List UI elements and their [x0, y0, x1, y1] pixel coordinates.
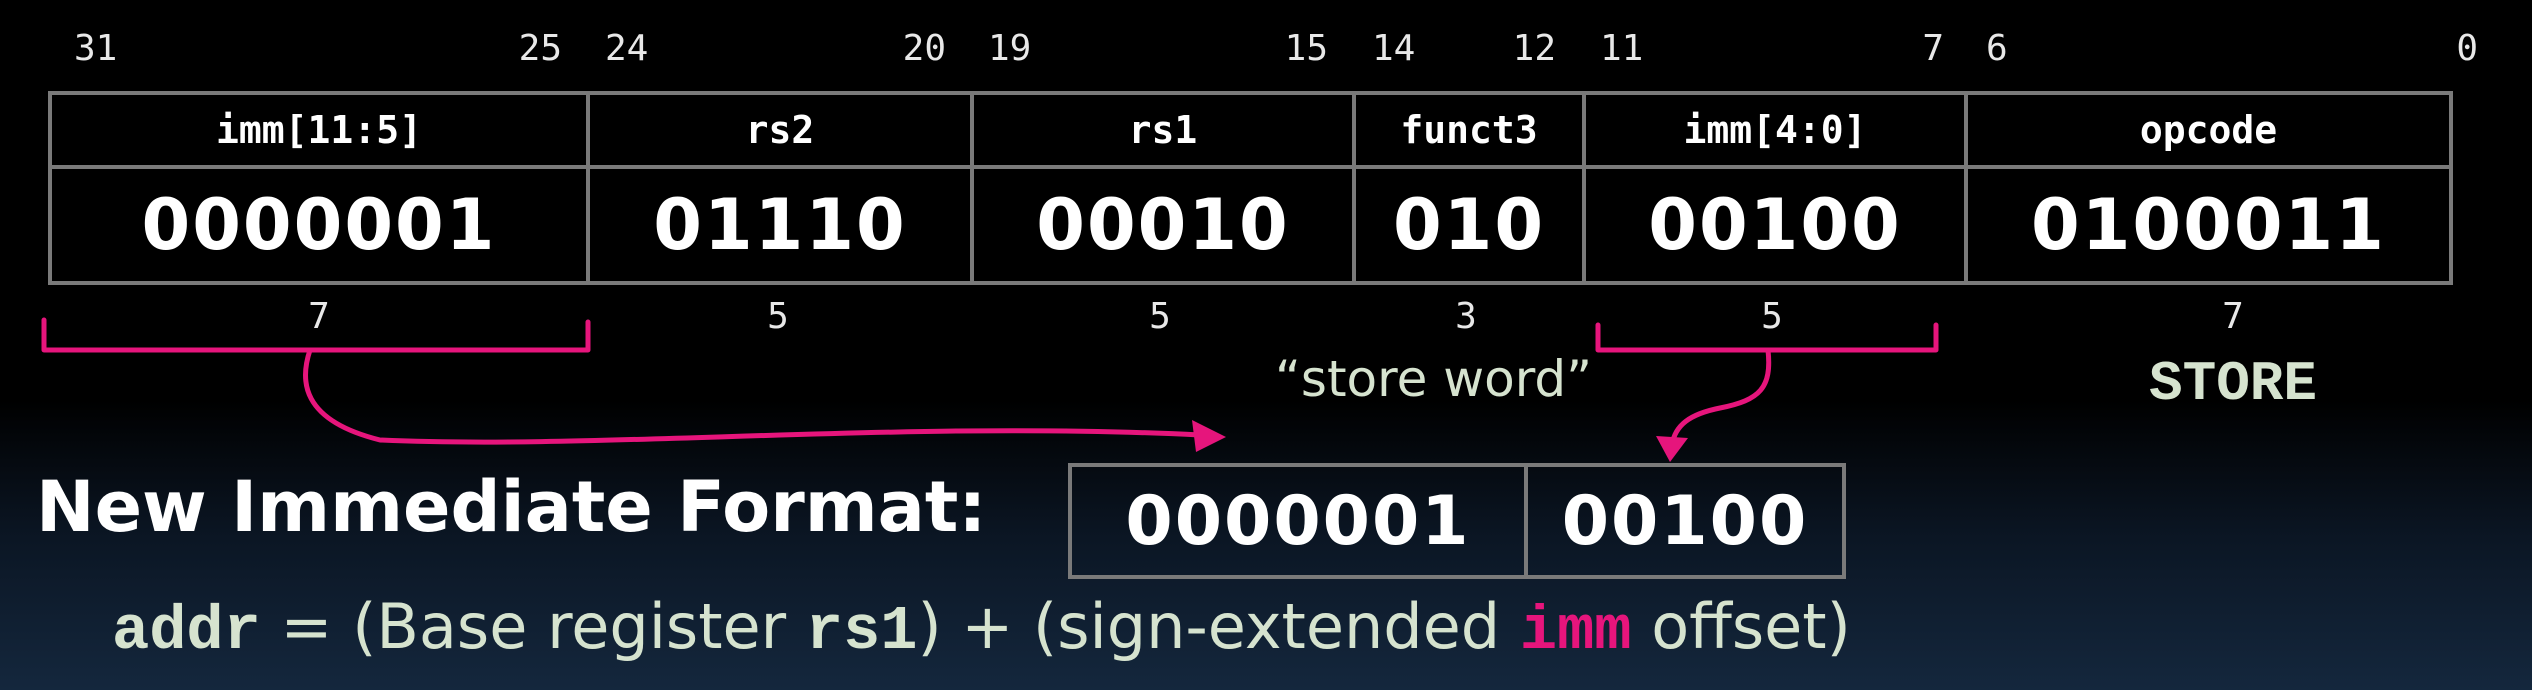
upper-imm-arrowhead	[1192, 420, 1226, 452]
formula-offset-text: offset)	[1631, 590, 1851, 663]
formula-rs1: rs1	[805, 596, 918, 667]
formula-imm: imm	[1519, 596, 1632, 667]
formula-base-text: = (Base register	[260, 590, 806, 663]
lower-imm-arrow	[1669, 347, 1772, 448]
immediate-lower-bits: 00100	[1561, 481, 1809, 561]
formula-sign-extended-text: ) + (sign-extended	[917, 590, 1520, 663]
annotation-overlay	[41, 317, 1939, 462]
right-brace	[1595, 322, 1939, 353]
new-immediate-title: New Immediate Format:	[36, 466, 987, 548]
new-immediate-box: 0000001 00100	[1068, 463, 1846, 579]
left-brace	[41, 317, 591, 353]
address-formula: addr = (Base register rs1) + (sign-exten…	[112, 590, 1851, 667]
upper-imm-arrow	[303, 347, 1203, 445]
formula-addr: addr	[112, 596, 261, 667]
lower-imm-arrowhead	[1656, 436, 1688, 462]
immediate-upper-bits: 0000001	[1072, 467, 1528, 575]
